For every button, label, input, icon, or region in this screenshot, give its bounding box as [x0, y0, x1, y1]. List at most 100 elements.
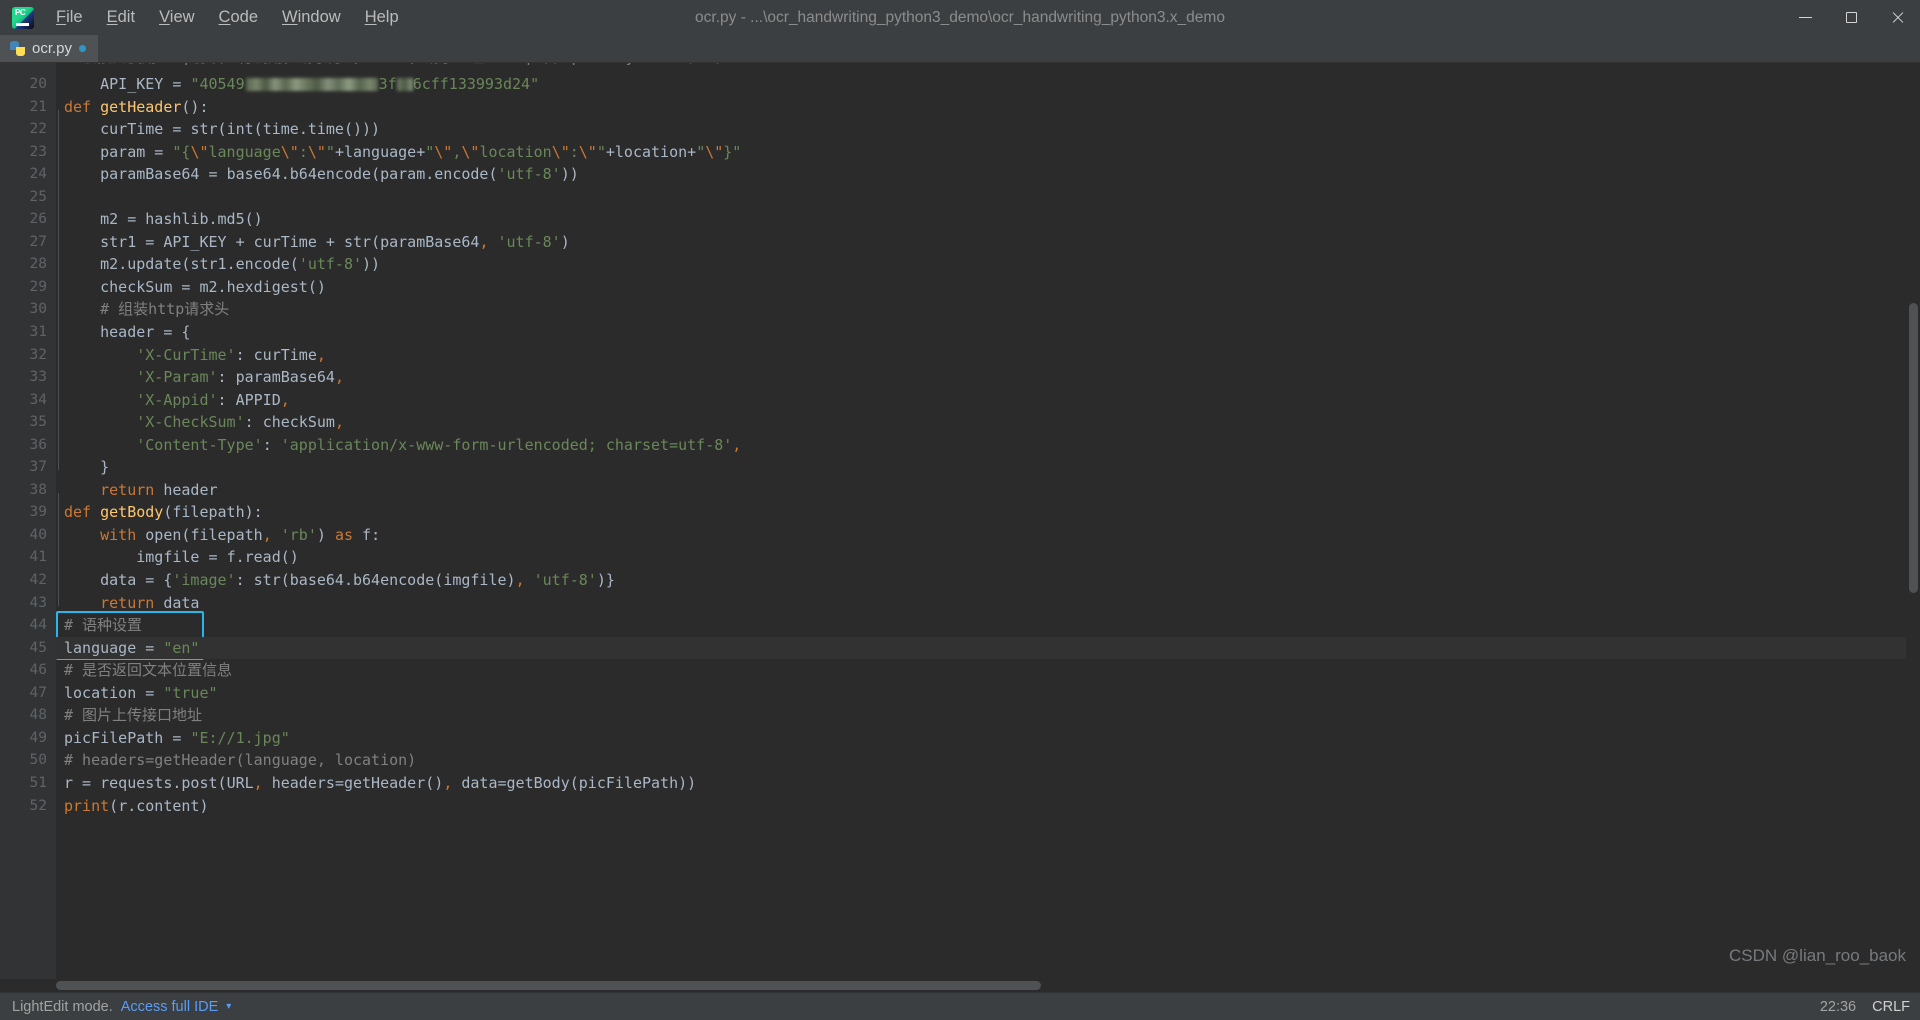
line-number[interactable]: 22 — [0, 118, 56, 141]
code-line-50[interactable]: # headers=getHeader(language, location) — [56, 749, 1920, 772]
line-number[interactable]: 46 — [0, 659, 56, 682]
line-number[interactable]: 38 — [0, 479, 56, 502]
code-line-36[interactable]: 'Content-Type': 'application/x-www-form-… — [56, 434, 1920, 457]
maximize-button[interactable] — [1828, 0, 1874, 35]
code-line-44[interactable]: # 语种设置 — [56, 614, 1920, 637]
code-line-33[interactable]: 'X-Param': paramBase64, — [56, 366, 1920, 389]
line-separator-label: CRLF — [1872, 998, 1910, 1015]
line-number[interactable]: 47 — [0, 682, 56, 705]
code-line-27[interactable]: str1 = API_KEY + curTime + str(paramBase… — [56, 231, 1920, 254]
code-line-34[interactable]: 'X-Appid': APPID, — [56, 389, 1920, 412]
line-number[interactable]: 28 — [0, 253, 56, 276]
code-line-39[interactable]: def getBody(filepath): — [56, 501, 1920, 524]
line-number[interactable]: 27 — [0, 231, 56, 254]
menu-view[interactable]: View — [147, 4, 206, 31]
line-number[interactable]: 48 — [0, 704, 56, 727]
line-number[interactable]: 30 — [0, 298, 56, 321]
code-line-24[interactable]: paramBase64 = base64.b64encode(param.enc… — [56, 163, 1920, 186]
code-line-20[interactable]: API_KEY = "40549 3f 6cff133993d24" — [56, 73, 1920, 96]
status-bar: LightEdit mode. Access full IDE ▾ 22:36 … — [0, 992, 1920, 1020]
code-line-partial: # 该接口使用http协议进行调用，请求方式：POST，请求地址：http://… — [56, 63, 1920, 73]
line-number[interactable]: 52 — [0, 795, 56, 818]
horizontal-scrollbar[interactable] — [0, 979, 1920, 992]
redacted-api-key-2 — [396, 78, 413, 91]
code-line-28[interactable]: m2.update(str1.encode('utf-8')) — [56, 253, 1920, 276]
line-number[interactable]: 37 — [0, 456, 56, 479]
code-line-30[interactable]: # 组装http请求头 — [56, 298, 1920, 321]
code-line-45[interactable]: language = "en" — [56, 636, 1920, 660]
horizontal-scrollbar-thumb[interactable] — [56, 981, 1041, 990]
code-line-29[interactable]: checkSum = m2.hexdigest() — [56, 276, 1920, 299]
code-line-31[interactable]: header = { — [56, 321, 1920, 344]
menu-bar: File Edit View Code Window Help — [44, 4, 411, 31]
code-line-47[interactable]: location = "true" — [56, 682, 1920, 705]
pycharm-logo-icon: PC — [12, 6, 34, 29]
line-number[interactable]: 32 — [0, 344, 56, 367]
menu-help[interactable]: Help — [353, 4, 411, 31]
line-number[interactable]: 23 — [0, 141, 56, 164]
line-number[interactable]: 21 — [0, 96, 67, 119]
code-line-46[interactable]: # 是否返回文本位置信息 — [56, 659, 1920, 682]
line-number[interactable]: 42 — [0, 569, 56, 592]
line-number[interactable]: 43 — [0, 592, 56, 615]
code-line-32[interactable]: 'X-CurTime': curTime, — [56, 344, 1920, 367]
line-number[interactable]: 49 — [0, 727, 56, 750]
line-number[interactable]: 36 — [0, 434, 56, 457]
chevron-down-icon[interactable]: ▾ — [226, 1001, 231, 1012]
close-button[interactable] — [1874, 0, 1920, 35]
line-number[interactable]: 40 — [0, 524, 56, 547]
code-line-35[interactable]: 'X-CheckSum': checkSum, — [56, 411, 1920, 434]
line-number[interactable]: 35 — [0, 411, 56, 434]
code-line-22[interactable]: curTime = str(int(time.time())) — [56, 118, 1920, 141]
line-number[interactable]: 24 — [0, 163, 56, 186]
line-number[interactable]: 29 — [0, 276, 56, 299]
access-full-ide-link[interactable]: Access full IDE — [121, 999, 219, 1015]
code-line-52[interactable]: print(r.content) — [56, 795, 1920, 818]
code-canvas[interactable]: # 该接口使用http协议进行调用，请求方式：POST，请求地址：http://… — [56, 63, 1920, 992]
line-number[interactable]: 44 — [0, 614, 56, 637]
line-number[interactable]: 31 — [0, 321, 63, 344]
code-line-48[interactable]: # 图片上传接口地址 — [56, 704, 1920, 727]
code-line-42[interactable]: data = {'image': str(base64.b64encode(im… — [56, 569, 1920, 592]
editor-tab-bar: ocr.py — [0, 35, 1920, 63]
maximize-icon — [1845, 12, 1857, 23]
watermark-text: CSDN @lian_roo_baok — [1729, 946, 1906, 965]
line-number[interactable]: 51 — [0, 772, 56, 795]
tab-ocr-py[interactable]: ocr.py — [0, 35, 99, 62]
line-number-partial: 19 — [0, 63, 56, 73]
code-line-23[interactable]: param = "{\"language\":\""+language+"\",… — [56, 141, 1920, 164]
menu-window[interactable]: Window — [270, 4, 353, 31]
code-line-25[interactable] — [56, 186, 1920, 209]
line-number[interactable]: 26 — [0, 208, 56, 231]
title-bar: PC File Edit View Code Window Help ocr.p… — [0, 0, 1920, 35]
code-fold-guide — [58, 492, 59, 606]
minimize-button[interactable] — [1782, 0, 1828, 35]
clock-label: 22:36 — [1819, 998, 1857, 1015]
vertical-scrollbar[interactable] — [1906, 63, 1920, 992]
code-line-26[interactable]: m2 = hashlib.md5() — [56, 208, 1920, 231]
redacted-api-key — [245, 78, 378, 91]
code-line-37[interactable]: } — [56, 456, 1920, 479]
line-number[interactable]: 34 — [0, 389, 56, 412]
line-number[interactable]: 33 — [0, 366, 56, 389]
code-line-41[interactable]: imgfile = f.read() — [56, 546, 1920, 569]
pycharm-lightedit-window: PC File Edit View Code Window Help ocr.p… — [0, 0, 1920, 1020]
line-number[interactable]: 25 — [0, 186, 56, 209]
editor-area: 1920212223242526272829303132333435363738… — [0, 63, 1920, 992]
menu-code[interactable]: Code — [207, 4, 270, 31]
code-line-40[interactable]: with open(filepath, 'rb') as f: — [56, 524, 1920, 547]
line-number[interactable]: 39 — [0, 501, 67, 524]
line-number[interactable]: 45 — [0, 637, 56, 660]
line-number-gutter[interactable]: 1920212223242526272829303132333435363738… — [0, 63, 67, 992]
code-line-38[interactable]: return header — [56, 479, 1920, 502]
vertical-scrollbar-thumb[interactable] — [1909, 303, 1918, 593]
code-line-21[interactable]: def getHeader(): — [56, 96, 1920, 119]
menu-edit[interactable]: Edit — [95, 4, 147, 31]
code-line-49[interactable]: picFilePath = "E://1.jpg" — [56, 727, 1920, 750]
code-line-51[interactable]: r = requests.post(URL, headers=getHeader… — [56, 772, 1920, 795]
line-number[interactable]: 41 — [0, 546, 56, 569]
code-line-43[interactable]: return data — [56, 592, 1920, 615]
line-number[interactable]: 50 — [0, 749, 56, 772]
line-number[interactable]: 20 — [0, 73, 56, 96]
menu-file[interactable]: File — [44, 4, 95, 31]
